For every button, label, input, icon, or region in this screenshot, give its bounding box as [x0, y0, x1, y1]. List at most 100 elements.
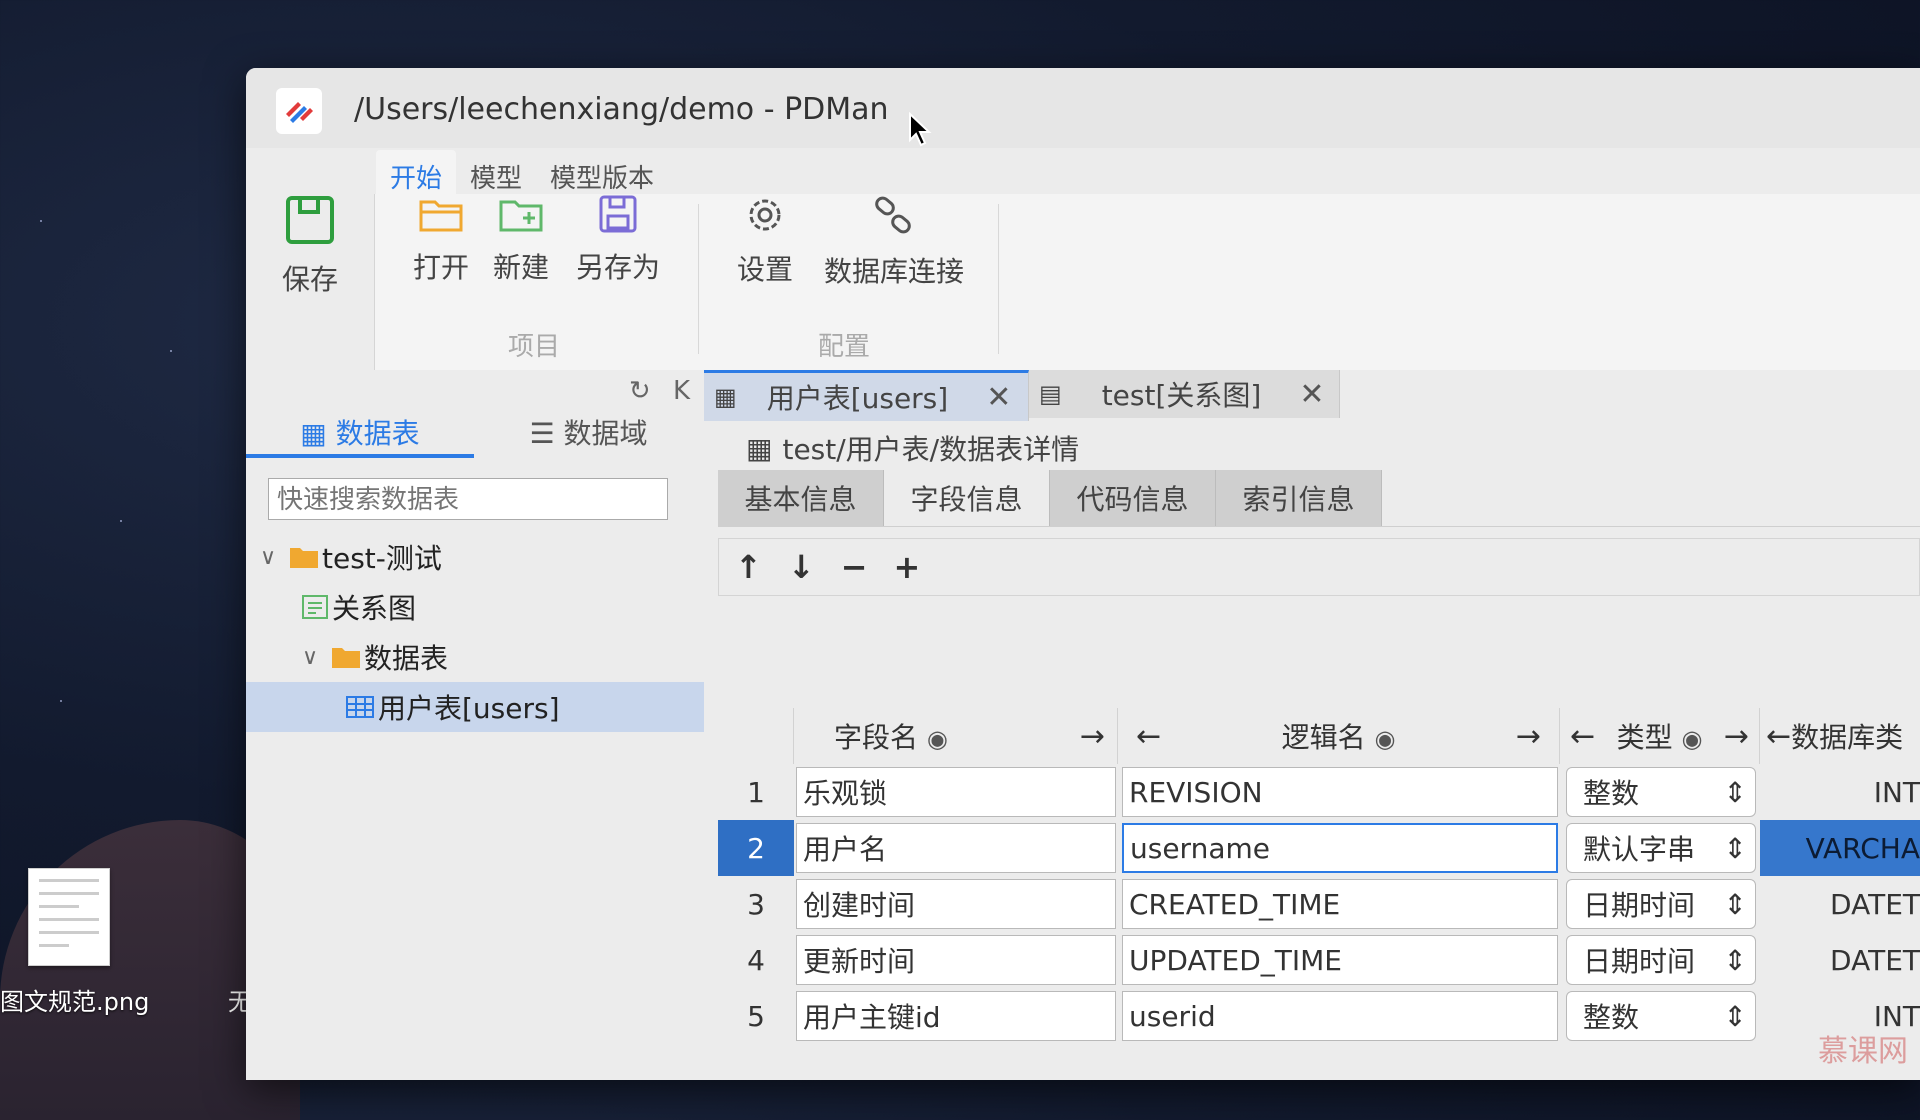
type-select[interactable]: 日期时间 ⇕ [1566, 879, 1756, 929]
db-type-cell: INT [1873, 775, 1920, 809]
field-name-input[interactable]: 更新时间 [796, 935, 1116, 985]
row-number: 1 [747, 775, 765, 809]
type-select[interactable]: 日期时间 ⇕ [1566, 935, 1756, 985]
type-select[interactable]: 整数 ⇕ [1566, 991, 1756, 1041]
type-select[interactable]: 默认字串 ⇕ [1566, 823, 1756, 873]
add-row-button[interactable]: + [893, 548, 920, 586]
arrow-right-icon[interactable]: → [1516, 719, 1541, 754]
tree-diagram[interactable]: 关系图 [302, 582, 416, 632]
chevron-down-icon[interactable]: ∨ [302, 645, 332, 670]
header-index [718, 708, 794, 764]
folder-label: 数据表 [364, 642, 449, 675]
collapse-icon[interactable]: K [673, 376, 690, 406]
table-row[interactable]: 4 更新时间 UPDATED_TIME 日期时间 ⇕ DATET [718, 932, 1920, 988]
ribbon-tab-model[interactable]: 模型 [456, 150, 536, 194]
type-select-value: 默认字串 [1583, 833, 1696, 866]
arrow-right-icon[interactable]: → [1080, 719, 1105, 754]
field-name-input[interactable]: 乐观锁 [796, 767, 1116, 817]
diagram-label: 关系图 [332, 592, 417, 625]
eye-icon[interactable]: ◉ [1681, 725, 1702, 753]
db-connect-button[interactable]: 数据库连接 [816, 194, 972, 290]
tab-field-info[interactable]: 字段信息 [884, 470, 1050, 526]
table-row[interactable]: 5 用户主键id userid 整数 ⇕ INT [718, 988, 1920, 1044]
row-number: 3 [747, 887, 765, 921]
arrow-left-icon[interactable]: ← [1570, 719, 1595, 754]
app-logo-icon [276, 88, 322, 134]
eye-icon[interactable]: ◉ [1374, 725, 1395, 753]
new-folder-icon [499, 200, 543, 232]
project-group-label: 项目 [508, 332, 561, 362]
logic-name-input[interactable]: username [1122, 823, 1558, 873]
title-bar: /Users/leechenxiang/demo - PDMan [246, 68, 1920, 148]
save-as-button[interactable]: 另存为 [568, 194, 668, 286]
arrow-left-icon[interactable]: ← [1766, 719, 1791, 754]
ribbon-tab-start[interactable]: 开始 [376, 150, 457, 194]
ribbon-tab-model-version[interactable]: 模型版本 [536, 150, 668, 194]
ribbon-separator [998, 204, 999, 354]
field-name-input[interactable]: 用户主键id [796, 991, 1116, 1041]
tab-data-tables[interactable]: ▦ 数据表 [246, 406, 474, 458]
tab-index-info[interactable]: 索引信息 [1216, 470, 1382, 526]
move-up-button[interactable]: ↑ [735, 548, 762, 586]
tree-table-users[interactable]: 用户表[users] [246, 682, 704, 732]
db-type-cell: DATET [1830, 887, 1920, 921]
close-icon[interactable]: ✕ [986, 380, 1011, 415]
arrow-left-icon[interactable]: ← [1136, 719, 1161, 754]
header-type: ← 类型 ◉ → [1560, 708, 1760, 764]
tree-module[interactable]: ∨ test-测试 [260, 532, 442, 582]
settings-button[interactable]: 设置 [730, 194, 800, 288]
field-name-input[interactable]: 用户名 [796, 823, 1116, 873]
db-type-cell: VARCHA [1760, 820, 1920, 876]
diagram-icon: ▤ [1039, 380, 1062, 408]
table-icon: ▦ [714, 383, 737, 411]
logic-name-input[interactable]: UPDATED_TIME [1122, 935, 1558, 985]
remove-row-button[interactable]: − [841, 548, 868, 586]
tab-data-domains[interactable]: ☰ 数据域 [474, 406, 703, 458]
breadcrumb: ▦ test/用户表/数据表详情 [746, 428, 1079, 468]
new-label: 新建 [492, 251, 549, 284]
open-button[interactable]: 打开 [406, 194, 476, 286]
table-search-input[interactable] [268, 478, 668, 520]
window-title: /Users/leechenxiang/demo - PDMan [354, 92, 889, 127]
tab-code-info[interactable]: 代码信息 [1050, 470, 1216, 526]
arrow-right-icon[interactable]: → [1724, 719, 1749, 754]
close-icon[interactable]: ✕ [1299, 377, 1324, 412]
row-number: 2 [718, 820, 794, 876]
move-down-button[interactable]: ↓ [788, 548, 815, 586]
list-icon: ☰ [529, 417, 555, 450]
ribbon: 保存 打开 新建 另存为 项目 设置 数据库连接 配置 [246, 194, 1920, 371]
type-select[interactable]: 整数 ⇕ [1566, 767, 1756, 817]
doc-tab-users[interactable]: ▦ 用户表[users] ✕ [704, 370, 1029, 421]
table-row[interactable]: 1 乐观锁 REVISION 整数 ⇕ INT [718, 764, 1920, 820]
type-select-value: 整数 [1583, 1001, 1640, 1034]
breadcrumb-text: test/用户表/数据表详情 [782, 433, 1080, 466]
left-tabs: ▦ 数据表 ☰ 数据域 [246, 406, 704, 458]
save-button[interactable]: 保存 [272, 194, 348, 298]
chevron-down-icon[interactable]: ∨ [260, 545, 290, 570]
header-field-name-label: 字段名 [834, 721, 919, 754]
logic-name-input[interactable]: userid [1122, 991, 1558, 1041]
save-label: 保存 [281, 263, 338, 296]
tab-basic-info[interactable]: 基本信息 [718, 470, 884, 526]
updown-icon: ⇕ [1723, 999, 1747, 1033]
header-field-name: 字段名 ◉ → [794, 708, 1118, 764]
save-as-icon [599, 195, 637, 233]
logic-name-input[interactable]: REVISION [1122, 767, 1558, 817]
updown-icon: ⇕ [1723, 943, 1747, 977]
new-button[interactable]: 新建 [486, 194, 556, 286]
tree-folder[interactable]: ∨ 数据表 [302, 632, 448, 682]
table-row[interactable]: 2 用户名 username 默认字串 ⇕ VARCHA [718, 820, 1920, 876]
header-db-type: ← 数据库类 [1760, 708, 1920, 764]
tab-data-domains-label: 数据域 [563, 417, 648, 450]
save-as-label: 另存为 [575, 251, 660, 284]
refresh-icon[interactable]: ↻ [629, 376, 651, 406]
doc-tab-diagram[interactable]: ▤ test[关系图] ✕ [1029, 370, 1340, 418]
field-name-input[interactable]: 创建时间 [796, 879, 1116, 929]
header-logic-name-label: 逻辑名 [1281, 721, 1366, 754]
logic-name-input[interactable]: CREATED_TIME [1122, 879, 1558, 929]
row-number: 5 [747, 999, 765, 1033]
module-label: test-测试 [322, 542, 442, 575]
table-row[interactable]: 3 创建时间 CREATED_TIME 日期时间 ⇕ DATET [718, 876, 1920, 932]
eye-icon[interactable]: ◉ [927, 725, 948, 753]
mouse-cursor-icon [909, 112, 932, 147]
